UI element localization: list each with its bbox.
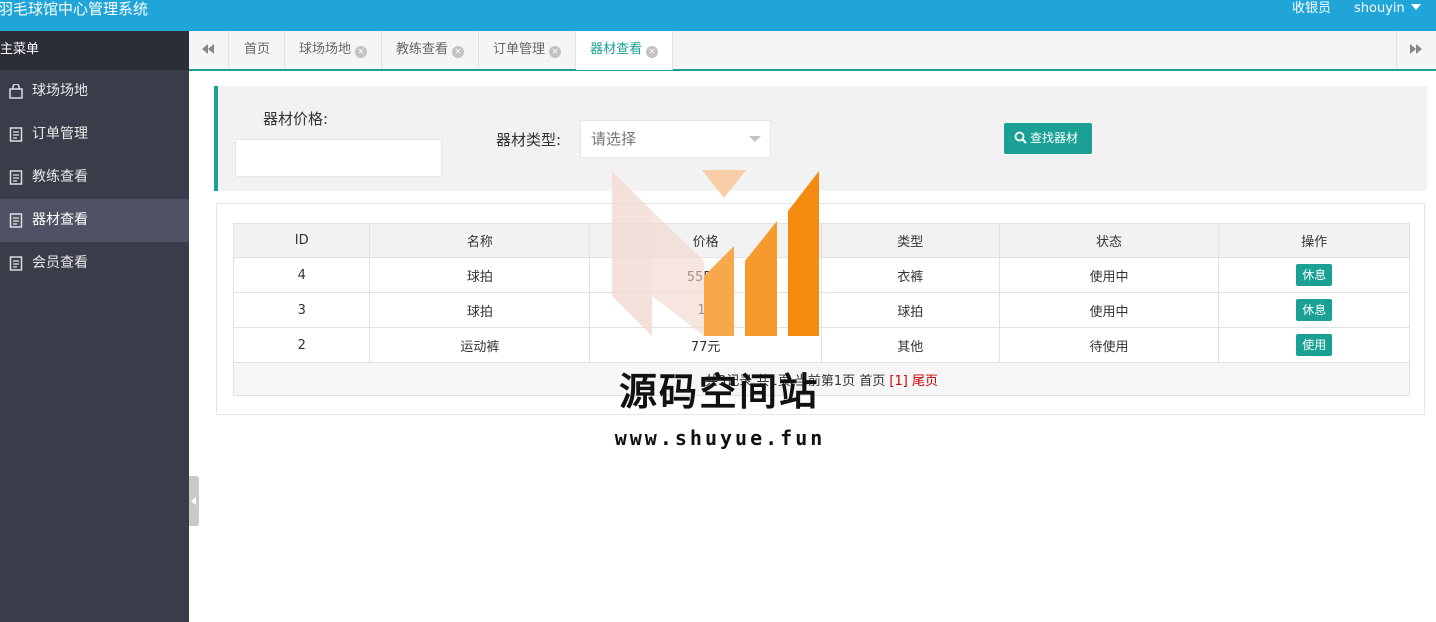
user-role: 收银员	[1292, 1, 1332, 16]
username: shouyin	[1354, 1, 1405, 16]
cell-action: 使用	[1218, 327, 1410, 363]
search-equipment-button[interactable]: 查找器材	[1004, 123, 1092, 154]
document-icon	[9, 170, 23, 185]
sidebar-item-label: 教练查看	[32, 169, 88, 185]
sidebar-collapse-handle[interactable]	[189, 476, 199, 526]
cell-name: 球拍	[369, 292, 591, 328]
row-action-button[interactable]: 休息	[1296, 264, 1333, 286]
cell-name: 球拍	[369, 257, 591, 293]
tabs: 首页 球场场地 × 教练查看 × 订单管理 × 器材查看 ×	[230, 31, 674, 70]
caret-down-icon	[1410, 4, 1421, 10]
tab[interactable]: 球场场地 ×	[285, 31, 383, 69]
watermark-logo	[612, 170, 819, 336]
sidebar-item-label: 球场场地	[32, 83, 88, 99]
column-header: 状态	[998, 223, 1220, 258]
close-icon[interactable]: ×	[549, 46, 562, 58]
double-left-arrow-icon	[202, 44, 214, 54]
pager-current-page[interactable]: [1]	[889, 374, 907, 389]
type-label: 器材类型:	[496, 131, 562, 149]
sidebar: 主菜单 球场场地订单管理教练查看器材查看会员查看	[0, 31, 189, 622]
column-header: 操作	[1218, 223, 1410, 258]
search-button-label: 查找器材	[1030, 131, 1079, 145]
document-icon	[9, 213, 23, 228]
tab[interactable]: 器材查看 ×	[576, 31, 674, 70]
tab-label: 器材查看	[590, 42, 643, 57]
watermark-url: www.shuyue.fun	[614, 426, 826, 450]
close-icon[interactable]: ×	[452, 46, 465, 58]
sidebar-item-label: 器材查看	[32, 212, 88, 228]
close-icon[interactable]: ×	[355, 46, 368, 58]
tab[interactable]: 订单管理 ×	[479, 31, 577, 69]
price-label: 器材价格:	[263, 110, 329, 128]
watermark-title: 源码空间站	[618, 370, 819, 414]
cell-action: 休息	[1218, 257, 1410, 293]
sidebar-item-label: 订单管理	[32, 126, 88, 142]
type-select-placeholder: 请选择	[591, 130, 637, 148]
price-input[interactable]	[235, 139, 442, 177]
cell-id: 3	[232, 292, 371, 328]
sidebar-item[interactable]: 订单管理	[0, 113, 189, 156]
app-title: 羽毛球馆中心管理系统	[0, 0, 149, 18]
user-menu[interactable]: shouyin	[1354, 0, 1421, 17]
cell-type: 其他	[820, 327, 1000, 363]
cell-id: 4	[232, 257, 371, 293]
tab-label: 球场场地	[299, 42, 352, 57]
cell-name: 运动裤	[369, 327, 591, 363]
row-action-button[interactable]: 使用	[1296, 334, 1333, 356]
sidebar-item[interactable]: 器材查看	[0, 199, 189, 242]
sidebar-item-label: 会员查看	[32, 255, 88, 271]
tab-label: 订单管理	[493, 42, 546, 57]
column-header: 名称	[369, 223, 591, 258]
sidebar-item[interactable]: 教练查看	[0, 156, 189, 199]
tab-scroll-right-button[interactable]	[1396, 31, 1436, 69]
tab-label: 首页	[244, 42, 271, 57]
tab-label: 教练查看	[396, 42, 449, 57]
tab-scroll-left-button[interactable]	[189, 31, 229, 69]
cell-status: 使用中	[998, 257, 1220, 293]
cell-status: 待使用	[998, 327, 1220, 363]
cell-type: 球拍	[820, 292, 1000, 328]
document-icon	[9, 127, 23, 142]
column-header: ID	[232, 223, 371, 258]
close-icon[interactable]: ×	[646, 46, 659, 58]
search-icon	[1014, 131, 1027, 144]
pager-last-page[interactable]: 尾页	[912, 374, 938, 389]
row-action-button[interactable]: 休息	[1296, 299, 1333, 321]
sidebar-menu: 球场场地订单管理教练查看器材查看会员查看	[0, 70, 189, 285]
tab[interactable]: 首页	[230, 31, 286, 69]
document-icon	[9, 256, 23, 271]
chevron-down-icon	[749, 136, 761, 142]
bag-icon	[9, 84, 23, 99]
cell-type: 衣裤	[820, 257, 1000, 293]
top-bar: 羽毛球馆中心管理系统 收银员 shouyin	[0, 0, 1436, 31]
type-select[interactable]: 请选择	[580, 120, 771, 158]
cell-status: 使用中	[998, 292, 1220, 328]
tab[interactable]: 教练查看 ×	[382, 31, 480, 69]
cell-id: 2	[232, 327, 371, 363]
sidebar-item[interactable]: 球场场地	[0, 70, 189, 113]
cell-action: 休息	[1218, 292, 1410, 328]
column-header: 类型	[820, 223, 1000, 258]
double-right-arrow-icon	[1410, 44, 1422, 54]
menu-header: 主菜单	[0, 31, 189, 70]
sidebar-item[interactable]: 会员查看	[0, 242, 189, 285]
tab-bar: 首页 球场场地 × 教练查看 × 订单管理 × 器材查看 ×	[189, 31, 1436, 71]
